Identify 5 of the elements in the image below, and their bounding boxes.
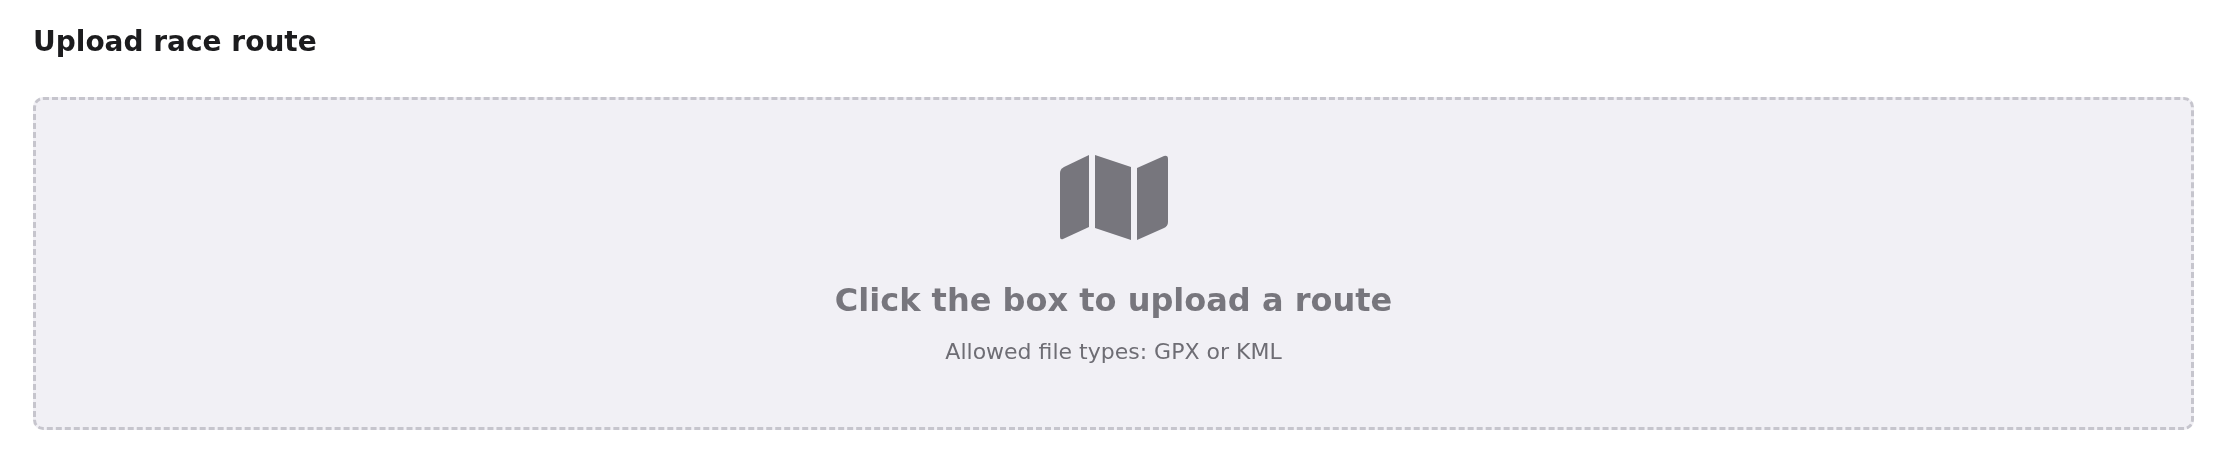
upload-dropzone[interactable]: Click the box to upload a route Allowed file types: GPX or KML [33, 97, 2194, 430]
file-types-hint: Allowed file types: GPX or KML [945, 338, 1282, 366]
section-title: Upload race route [33, 24, 318, 60]
map-icon [1059, 155, 1168, 240]
upload-heading: Click the box to upload a route [834, 280, 1393, 320]
